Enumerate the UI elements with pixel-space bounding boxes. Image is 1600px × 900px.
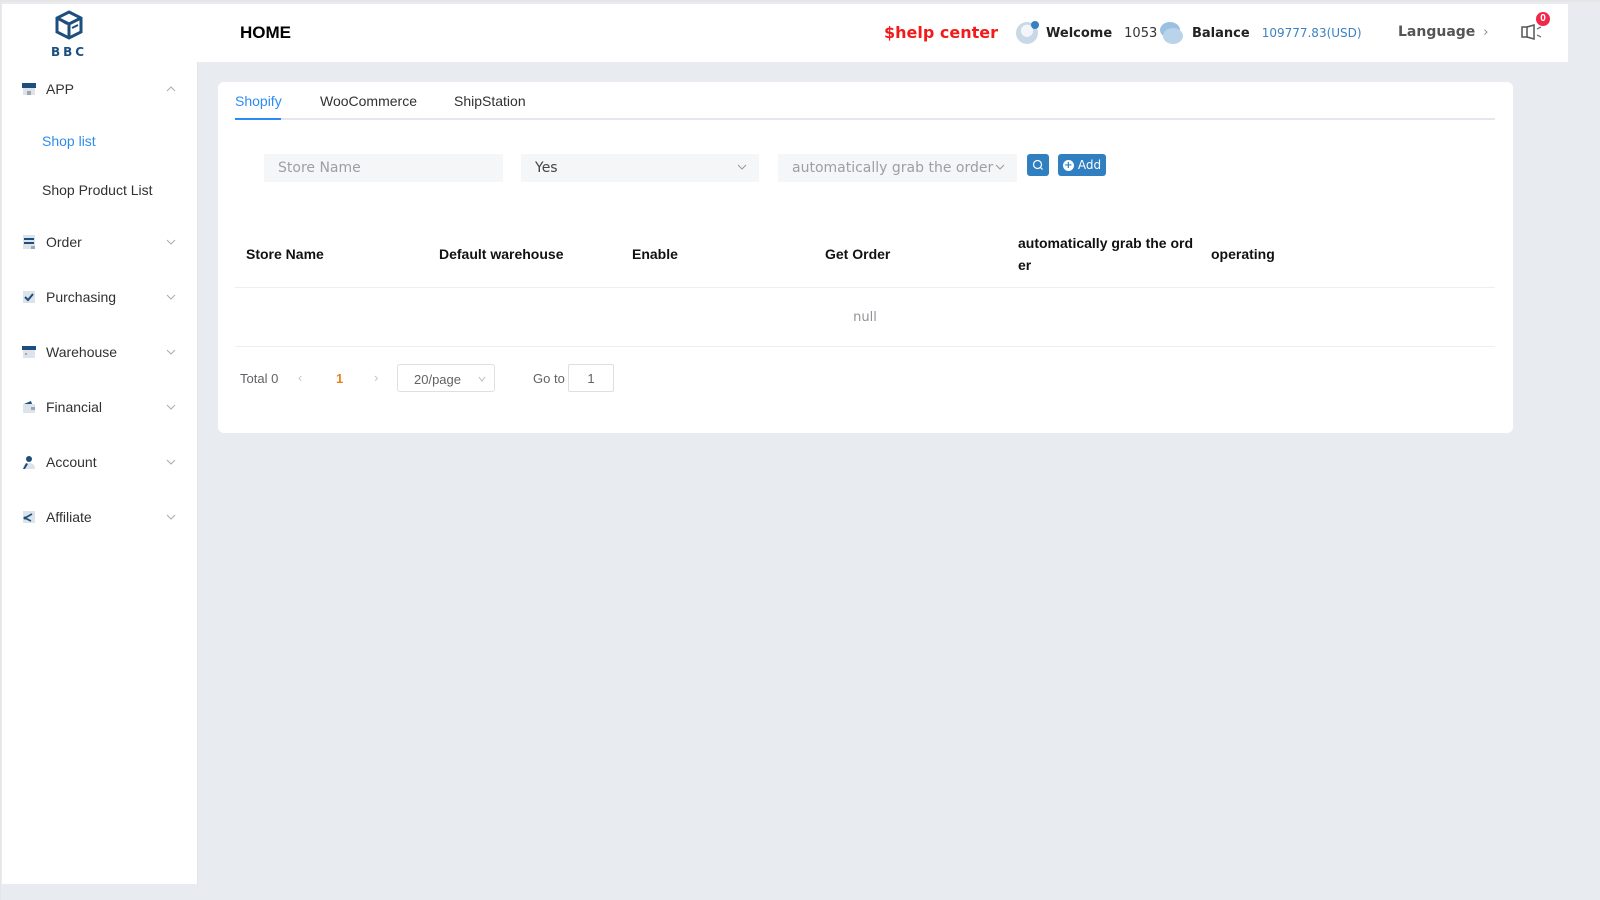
prev-page-button[interactable]: ‹ (298, 370, 302, 385)
checkbox-icon (23, 291, 35, 303)
notification-badge: 0 (1536, 12, 1550, 26)
enable-select-value: Yes (535, 160, 558, 176)
chevron-down-icon (166, 294, 176, 300)
chevron-down-icon (995, 164, 1005, 170)
chevron-down-icon (166, 459, 176, 465)
language-label: Language (1398, 24, 1476, 40)
avatar-icon (1016, 21, 1039, 44)
language-selector[interactable]: Language › (1398, 24, 1489, 40)
balance-info: Balance 109777.83(USD) (1160, 22, 1362, 44)
top-header: BBC HOME $help center Welcome 1053 Balan… (2, 4, 1568, 62)
search-button[interactable] (1027, 154, 1049, 176)
page-size-value: 20/page (414, 372, 461, 387)
sidebar-item-label: APP (46, 81, 75, 97)
goto-label: Go to (533, 371, 565, 386)
order-list-icon (23, 235, 35, 249)
user-id: 1053 (1124, 25, 1158, 41)
sidebar-item-label: Order (46, 234, 82, 250)
share-icon (23, 511, 35, 523)
sidebar-item-app[interactable]: APP (2, 74, 198, 104)
sidebar-item-label: Account (46, 454, 97, 470)
chevron-down-icon (478, 376, 486, 382)
help-center-link[interactable]: $help center (884, 23, 998, 42)
add-button[interactable]: + Add (1058, 154, 1106, 176)
column-header-default-warehouse: Default warehouse (439, 246, 564, 262)
sidebar-item-label: Affiliate (46, 509, 92, 525)
column-header-operating: operating (1211, 246, 1275, 262)
logo-icon: BBC (51, 10, 87, 59)
auto-grab-placeholder: automatically grab the order (792, 160, 994, 176)
wallet-icon (23, 401, 35, 413)
search-icon (1032, 159, 1043, 170)
table-empty-text: null (235, 289, 1495, 347)
chevron-down-icon (166, 514, 176, 520)
balance-label: Balance (1192, 25, 1250, 41)
tab-shipstation[interactable]: ShipStation (454, 93, 526, 109)
logo-text: BBC (51, 45, 87, 58)
sidebar: APP Shop list Shop Product List Order Pu… (2, 62, 198, 884)
sidebar-item-label: Financial (46, 399, 103, 415)
page-title: HOME (240, 23, 291, 42)
bbc-logo[interactable]: BBC (42, 10, 96, 59)
pagination-total: Total 0 (240, 371, 279, 386)
plus-circle-icon: + (1062, 159, 1074, 171)
page-size-select[interactable]: 20/page (397, 364, 495, 392)
store-name-filter[interactable] (264, 154, 503, 182)
platform-tabs: Shopify WooCommerce ShipStation (235, 82, 1495, 120)
sidebar-item-warehouse[interactable]: Warehouse (2, 337, 198, 367)
chevron-down-icon (166, 349, 176, 355)
welcome-info: Welcome 1053 (1016, 21, 1158, 44)
column-header-enable: Enable (632, 246, 678, 262)
chevron-down-icon (737, 164, 747, 170)
sidebar-item-label: Warehouse (46, 344, 118, 360)
tab-shopify[interactable]: Shopify (235, 93, 282, 109)
column-header-auto-grab: automatically grab the order (1018, 235, 1194, 273)
add-button-label: Add (1077, 158, 1102, 172)
active-tab-indicator (235, 118, 281, 120)
sidebar-subitem-shop-product-list[interactable]: Shop Product List (42, 182, 153, 198)
enable-select[interactable]: Yes (521, 154, 759, 182)
sidebar-item-financial[interactable]: Financial (2, 392, 198, 422)
notification-button[interactable] (1521, 24, 1543, 40)
next-page-button[interactable]: › (374, 370, 378, 385)
store-name-input[interactable] (278, 154, 503, 182)
column-header-store-name: Store Name (246, 246, 324, 262)
auto-grab-select[interactable]: automatically grab the order (778, 154, 1017, 182)
sidebar-item-account[interactable]: Account (2, 447, 198, 477)
page-number-current[interactable]: 1 (336, 371, 343, 386)
shop-list-card: Shopify WooCommerce ShipStation Yes auto… (218, 82, 1513, 433)
warehouse-icon (22, 346, 36, 358)
sidebar-item-purchasing[interactable]: Purchasing (2, 282, 198, 312)
sidebar-subitem-shop-list[interactable]: Shop list (42, 133, 96, 149)
chevron-down-icon (166, 239, 176, 245)
tab-woocommerce[interactable]: WooCommerce (320, 93, 417, 109)
chevron-right-icon: › (1483, 24, 1489, 40)
sidebar-item-affiliate[interactable]: Affiliate (2, 502, 198, 532)
table-header: Store Name Default warehouse Enable Get … (235, 222, 1495, 288)
welcome-label: Welcome (1046, 25, 1113, 41)
goto-page-input[interactable] (568, 364, 614, 392)
store-icon (22, 83, 36, 95)
chevron-down-icon (166, 404, 176, 410)
sidebar-item-label: Purchasing (46, 289, 117, 305)
coins-icon (1160, 22, 1184, 44)
sidebar-item-order[interactable]: Order (2, 227, 198, 257)
chevron-up-icon (166, 86, 176, 92)
megaphone-icon (1521, 24, 1542, 40)
balance-value: 109777.83(USD) (1261, 26, 1362, 40)
user-icon (23, 456, 35, 469)
app-frame: BBC HOME $help center Welcome 1053 Balan… (0, 0, 1600, 900)
column-header-get-order: Get Order (825, 246, 891, 262)
